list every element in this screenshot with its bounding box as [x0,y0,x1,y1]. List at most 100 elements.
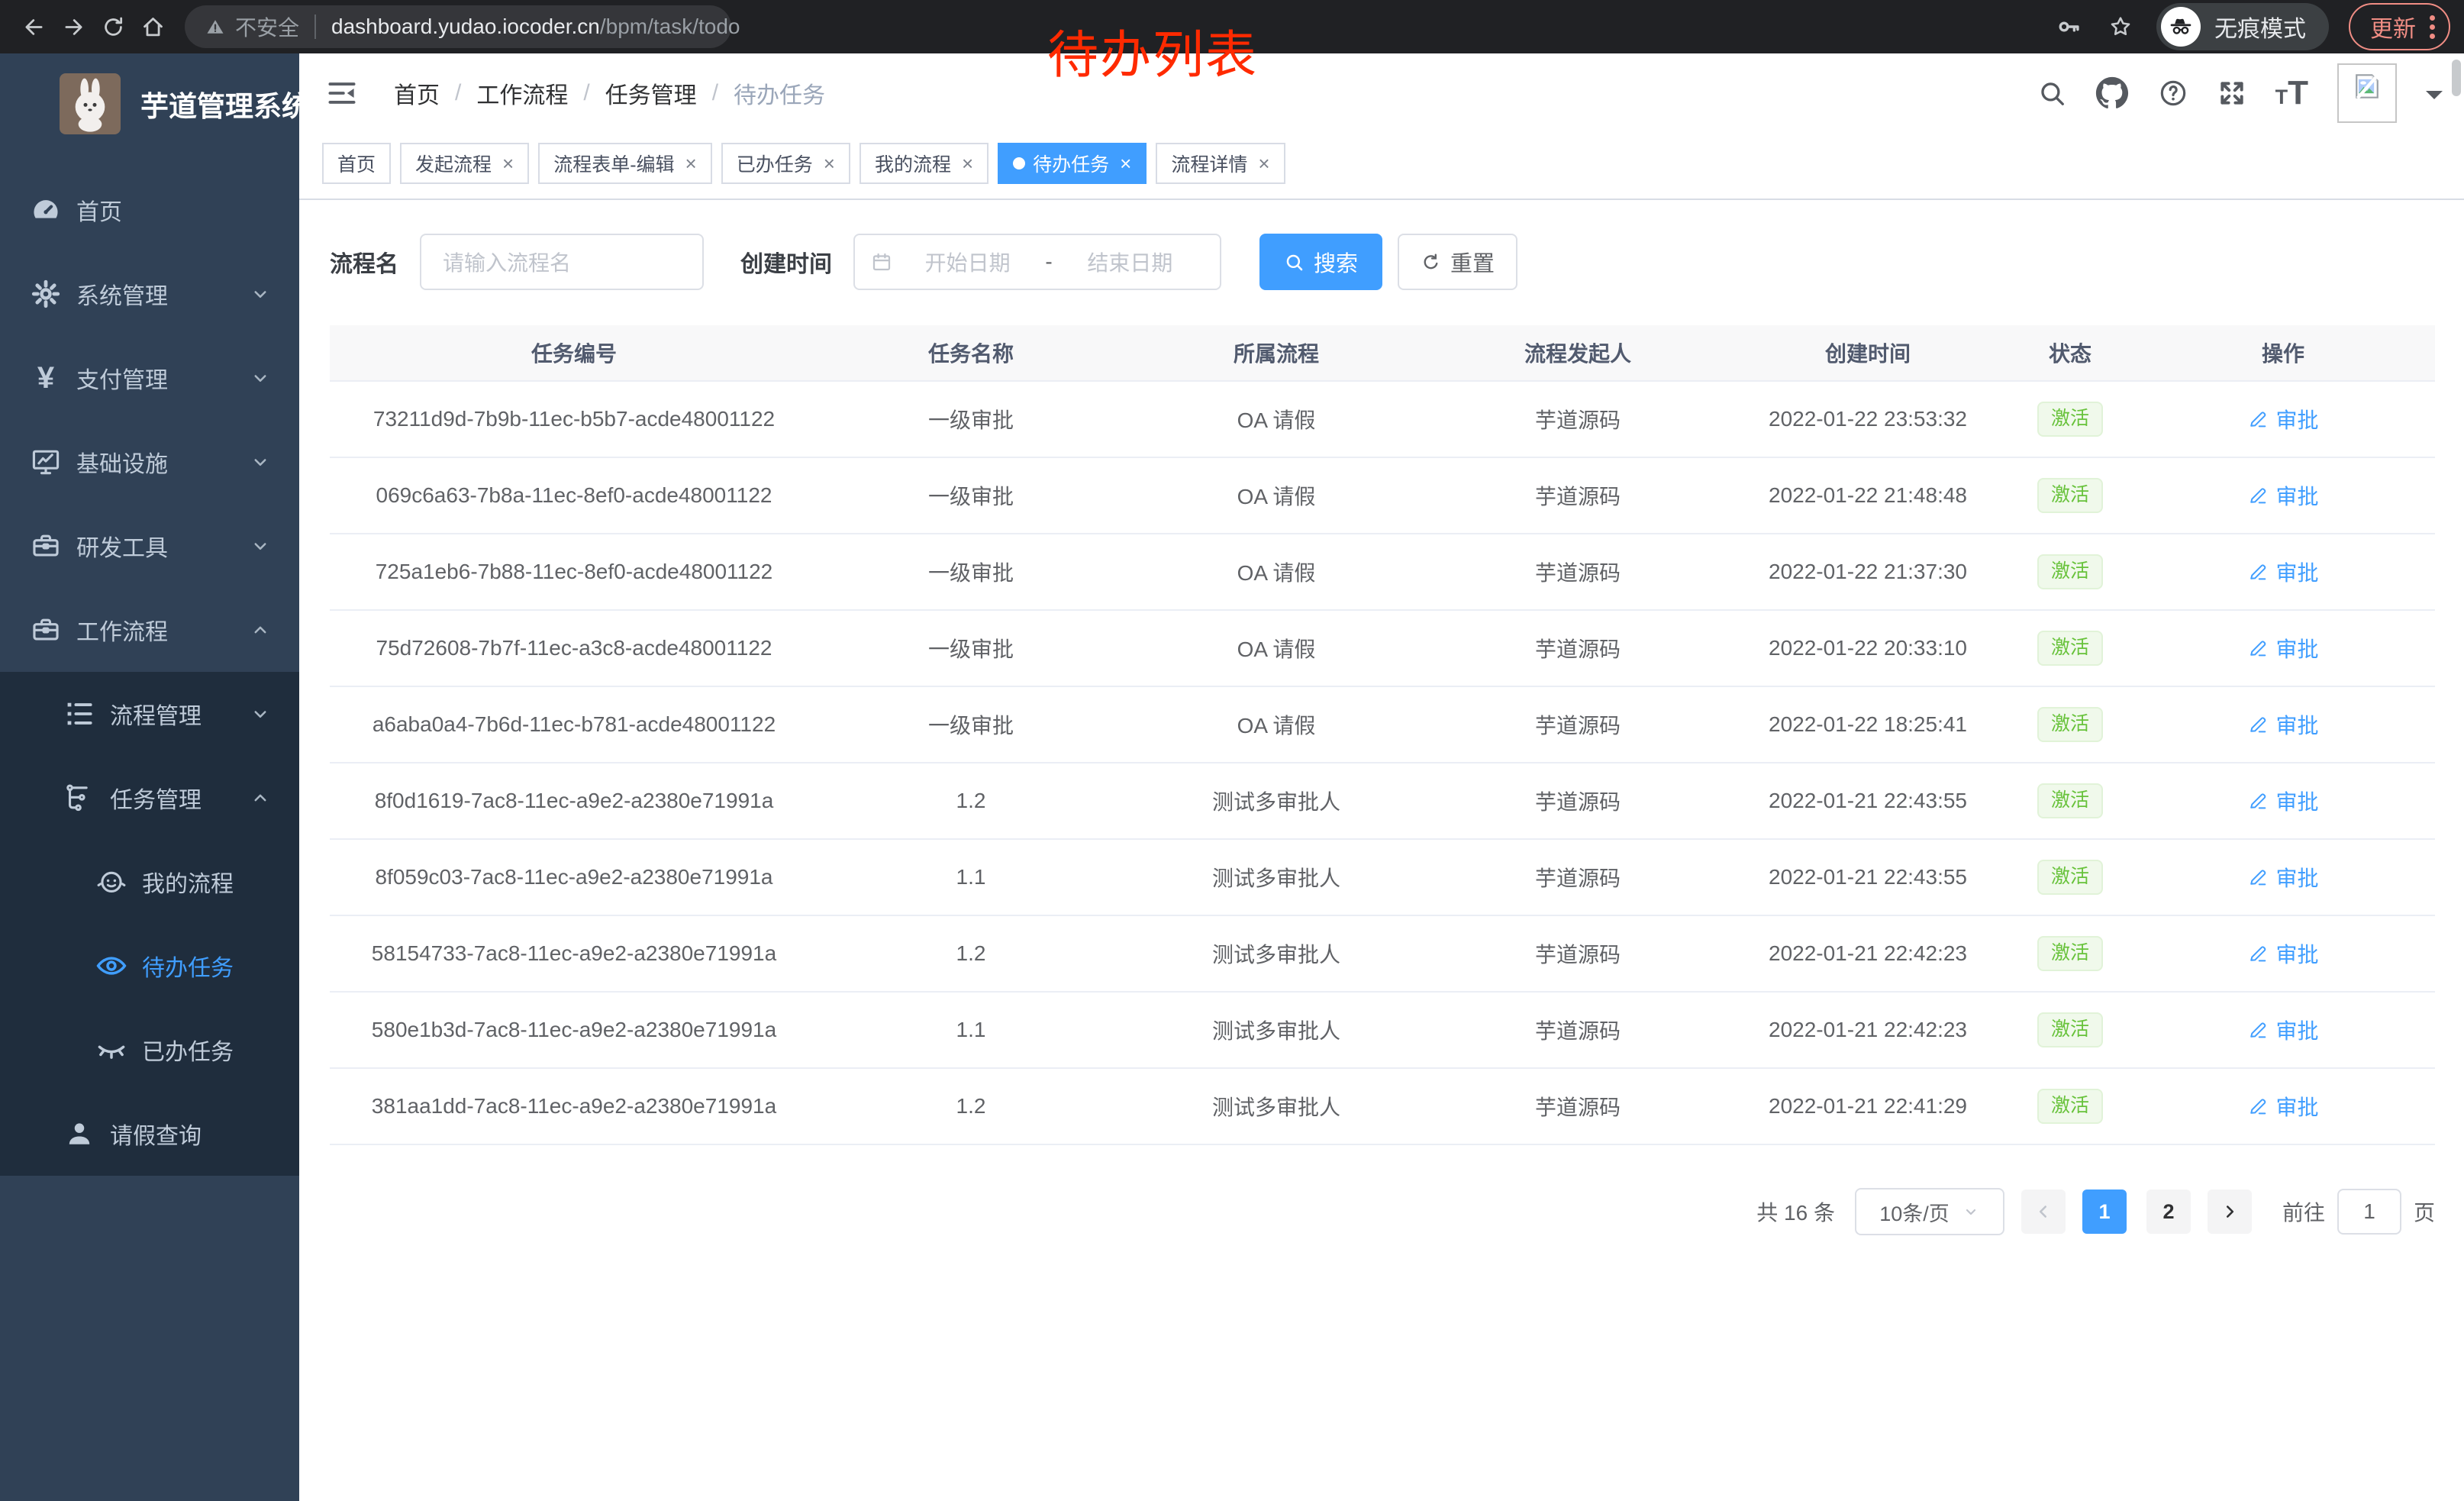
tab-process-detail[interactable]: 流程详情 × [1156,143,1285,184]
approve-link[interactable]: 审批 [2131,1091,2435,1122]
cell-process: OA 请假 [1124,709,1429,740]
page-scrollbar[interactable] [2452,60,2461,96]
address-bar[interactable]: 不安全 dashboard.yudao.iocoder.cn/bpm/task/… [185,5,731,48]
approve-link[interactable]: 审批 [2131,1015,2435,1045]
reload-icon[interactable] [93,7,133,47]
approve-link[interactable]: 审批 [2131,862,2435,893]
incognito-badge: 无痕模式 [2156,3,2329,50]
sidebar-item-done-task[interactable]: 已办任务 [0,1008,299,1092]
cell-process: 测试多审批人 [1124,1091,1429,1122]
app-logo[interactable]: 芋道管理系统 [0,53,299,154]
breadcrumb-separator: / [712,80,718,106]
sidebar-item-process-mgmt[interactable]: 流程管理 [0,672,299,756]
broken-image-icon [2350,69,2384,103]
sidebar-item-my-process[interactable]: 我的流程 [0,840,299,924]
calendar-icon [870,250,893,273]
cell-create-time: 2022-01-22 18:25:41 [1727,712,2009,737]
cell-create-time: 2022-01-22 21:48:48 [1727,483,2009,508]
cell-create-time: 2022-01-22 21:37:30 [1727,560,2009,584]
goto-page-input[interactable]: 1 [2337,1189,2401,1235]
sidebar: 芋道管理系统 首页系统管理 ¥支付管理基础设施研发工具工作流程流程管理任务管理我的… [0,53,299,1501]
font-size-icon[interactable]: TT [2275,76,2308,110]
tab-label: 发起流程 [415,150,492,177]
tab-todo-tasks[interactable]: 待办任务× [998,143,1147,184]
approve-link[interactable]: 审批 [2131,709,2435,740]
fullscreen-icon[interactable] [2217,79,2246,108]
forward-icon[interactable] [53,7,93,47]
tab-home[interactable]: 首页 [322,143,391,184]
process-name-input[interactable]: 请输入流程名 [420,234,704,290]
approve-link[interactable]: 审批 [2131,786,2435,816]
column-header: 流程发起人 [1429,337,1727,368]
approve-link[interactable]: 审批 [2131,633,2435,663]
refresh-icon [1421,252,1441,273]
approve-link[interactable]: 审批 [2131,938,2435,969]
gear-icon [29,277,63,311]
cell-create-time: 2022-01-22 20:33:10 [1727,636,2009,660]
sidebar-item-leave-query[interactable]: 请假查询 [0,1092,299,1176]
sidebar-item-workflow[interactable]: 工作流程 [0,588,299,672]
reset-button[interactable]: 重置 [1398,234,1517,290]
update-label[interactable]: 更新 [2370,10,2416,44]
sidebar-collapse-icon[interactable] [325,76,359,110]
sidebar-item-home[interactable]: 首页 [0,168,299,252]
sidebar-item-devtools[interactable]: 研发工具 [0,504,299,588]
tab-done-tasks[interactable]: 已办任务× [721,143,850,184]
back-icon[interactable] [14,7,53,47]
column-header: 操作 [2131,337,2435,368]
cell-task-id: 069c6a63-7b8a-11ec-8ef0-acde48001122 [330,483,818,508]
close-icon[interactable]: × [685,153,697,173]
search-button[interactable]: 搜索 [1259,234,1382,290]
status-badge: 激活 [2037,783,2103,818]
sidebar-item-task-mgmt[interactable]: 任务管理 [0,756,299,840]
sidebar-item-payment[interactable]: ¥支付管理 [0,336,299,420]
chevron-down-icon [249,534,272,557]
approve-link[interactable]: 审批 [2131,480,2435,511]
close-icon[interactable]: × [502,153,514,173]
github-icon[interactable] [2095,76,2129,110]
cell-task-id: 381aa1dd-7ac8-11ec-a9e2-a2380e71991a [330,1094,818,1118]
bookmark-star-icon[interactable] [2108,14,2133,40]
avatar-caret-icon[interactable] [2426,91,2443,108]
content: 流程名 请输入流程名 创建时间 开始日期 - 结束日期 搜索 重置 [299,200,2464,1235]
prev-page-button[interactable] [2021,1190,2066,1234]
browser-menu-icon[interactable] [2430,15,2435,39]
sidebar-item-infra[interactable]: 基础设施 [0,420,299,504]
avatar[interactable] [2337,63,2397,123]
close-icon[interactable]: × [962,153,973,173]
tab-my-process[interactable]: 我的流程× [859,143,989,184]
update-button[interactable]: 更新 [2349,3,2450,50]
goto-label: 前往 [2282,1196,2325,1227]
sidebar-item-label: 请假查询 [110,1117,202,1151]
breadcrumb-item[interactable]: 任务管理 [605,76,697,110]
close-icon[interactable]: × [1258,153,1269,173]
next-page-button[interactable] [2208,1190,2252,1234]
approve-link[interactable]: 审批 [2131,557,2435,587]
breadcrumb-item[interactable]: 工作流程 [476,76,568,110]
page-size-select[interactable]: 10条/页 [1855,1188,2004,1235]
security-label[interactable]: 不安全 [235,11,299,42]
close-icon[interactable]: × [1120,153,1131,173]
help-icon[interactable] [2158,78,2188,108]
page-button-2[interactable]: 2 [2146,1190,2191,1234]
sidebar-item-system[interactable]: 系统管理 [0,252,299,336]
search-icon[interactable] [2037,79,2066,108]
tab-start-process[interactable]: 发起流程 × [400,143,529,184]
approve-label: 审批 [2275,862,2318,893]
cell-task-id: 725a1eb6-7b88-11ec-8ef0-acde48001122 [330,560,818,584]
breadcrumb-item[interactable]: 首页 [394,76,440,110]
cell-create-time: 2022-01-21 22:41:29 [1727,1094,2009,1118]
date-range-input[interactable]: 开始日期 - 结束日期 [853,234,1221,290]
sidebar-item-todo-task[interactable]: 待办任务 [0,924,299,1008]
breadcrumb: 首页/工作流程/任务管理/待办任务 [394,76,825,110]
page-button-1[interactable]: 1 [2082,1190,2127,1234]
home-icon[interactable] [133,7,173,47]
close-icon[interactable]: × [824,153,835,173]
approve-link[interactable]: 审批 [2131,404,2435,434]
sidebar-item-label: 系统管理 [76,277,168,311]
password-key-icon[interactable] [2056,14,2082,40]
column-header: 任务编号 [330,337,818,368]
approve-label: 审批 [2275,709,2318,740]
tab-label: 流程详情 [1171,150,1247,177]
tab-form-edit[interactable]: 流程表单-编辑× [538,143,712,184]
